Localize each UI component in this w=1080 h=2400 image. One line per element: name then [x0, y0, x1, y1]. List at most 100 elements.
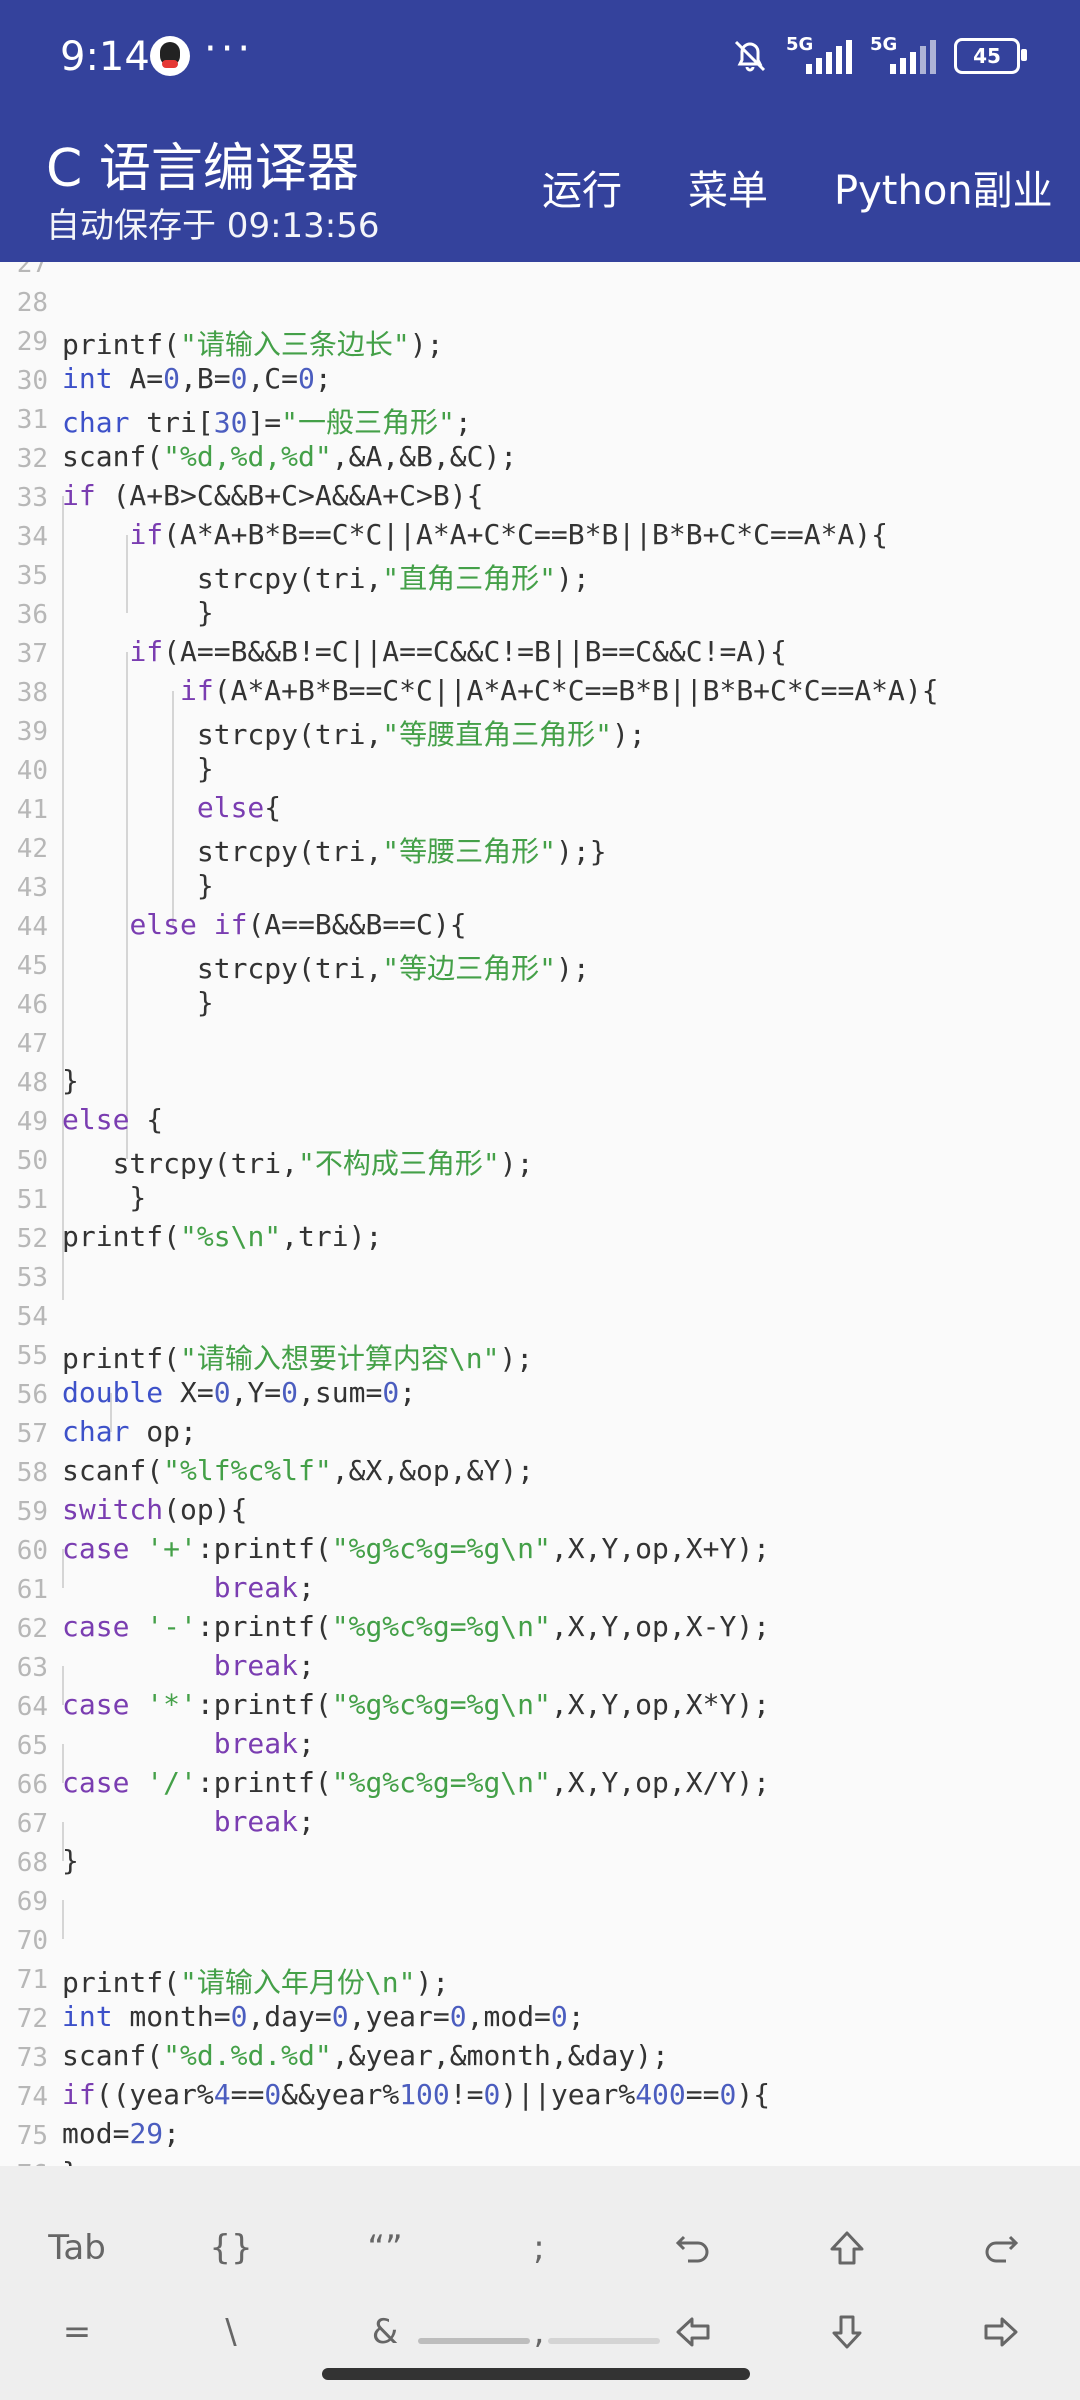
code-text: break; — [213, 1805, 315, 1838]
code-text: } — [62, 869, 214, 902]
code-line[interactable]: 42 strcpy(tri,"等腰三角形");} — [0, 830, 1080, 869]
code-line[interactable]: 44 else if(A==B&&B==C){ — [0, 908, 1080, 947]
symbol-keyboard-bar: Tab {} “” ; = \ & , — [0, 2166, 1080, 2400]
code-line[interactable]: 75 mod=29; — [0, 2117, 1080, 2156]
key-braces-label: {} — [209, 2228, 253, 2268]
code-line[interactable]: 34 if(A*A+B*B==C*C||A*A+C*C==B*B||B*B+C*… — [0, 518, 1080, 557]
code-line[interactable]: 58 scanf("%lf%c%lf",&X,&op,&Y); — [0, 1454, 1080, 1493]
code-line[interactable]: 43 } — [0, 869, 1080, 908]
cursor-down-button[interactable] — [770, 2292, 924, 2372]
code-text: break; — [213, 1571, 315, 1604]
key-equals[interactable]: = — [0, 2292, 154, 2372]
line-number: 54 — [16, 1302, 48, 1332]
code-line[interactable]: 55 printf("请输入想要计算内容\n"); — [0, 1337, 1080, 1376]
cursor-left-button[interactable] — [616, 2292, 770, 2372]
menu-button[interactable]: 菜单 — [688, 158, 768, 216]
code-line[interactable]: 64 case '*':printf("%g%c%g=%g\n",X,Y,op,X… — [0, 1688, 1080, 1727]
code-line[interactable]: 37 if(A==B&&B!=C||A==C&&C!=B||B==C&&C!=A… — [0, 635, 1080, 674]
redo-button[interactable] — [924, 2208, 1078, 2288]
key-ampersand[interactable]: & — [308, 2292, 462, 2372]
key-braces[interactable]: {} — [154, 2208, 308, 2288]
code-line[interactable]: 49 else { — [0, 1103, 1080, 1142]
code-line[interactable]: 48} — [0, 1064, 1080, 1103]
key-tab[interactable]: Tab — [0, 2208, 154, 2288]
code-line[interactable]: 47 — [0, 1025, 1080, 1064]
python-side-job-button[interactable]: Python副业 — [834, 158, 1053, 216]
code-line[interactable]: 52 printf("%s\n",tri); — [0, 1220, 1080, 1259]
code-editor[interactable]: 27 28 29 printf("请输入三条边长"); 30 int A=0,B=0,C=… — [0, 262, 1080, 2166]
code-line[interactable]: 46 } — [0, 986, 1080, 1025]
code-line[interactable]: 60 case '+':printf("%g%c%g=%g\n",X,Y,op,X… — [0, 1532, 1080, 1571]
code-line[interactable]: 76} — [0, 2156, 1080, 2166]
code-line[interactable]: 29 printf("请输入三条边长"); — [0, 323, 1080, 362]
code-line[interactable]: 66 case '/':printf("%g%c%g=%g\n",X,Y,op,X… — [0, 1766, 1080, 1805]
autosave-status: 自动保存于 09:13:56 — [46, 206, 380, 246]
code-line[interactable]: 45 strcpy(tri,"等边三角形"); — [0, 947, 1080, 986]
code-line[interactable]: 73 scanf("%d.%d.%d",&year,&month,&day); — [0, 2039, 1080, 2078]
code-line[interactable]: 65 break; — [0, 1727, 1080, 1766]
line-number: 73 — [16, 2043, 48, 2073]
code-line[interactable]: 31 char tri[30]="一般三角形"; — [0, 401, 1080, 440]
line-number: 65 — [16, 1731, 48, 1761]
code-line[interactable]: 51 } — [0, 1181, 1080, 1220]
line-number: 28 — [16, 288, 48, 318]
signal-icon-2: 5G — [870, 34, 940, 76]
code-line[interactable]: 53 — [0, 1259, 1080, 1298]
line-number: 51 — [16, 1185, 48, 1215]
code-line[interactable]: 35 strcpy(tri,"直角三角形"); — [0, 557, 1080, 596]
code-line[interactable]: 62 case '-':printf("%g%c%g=%g\n",X,Y,op,X… — [0, 1610, 1080, 1649]
code-line[interactable]: 59 switch(op){ — [0, 1493, 1080, 1532]
code-line[interactable]: 70 — [0, 1922, 1080, 1961]
undo-button[interactable] — [616, 2208, 770, 2288]
line-number: 41 — [16, 795, 48, 825]
line-number: 55 — [16, 1341, 48, 1371]
code-line[interactable]: 56 double X=0,Y=0,sum=0; — [0, 1376, 1080, 1415]
code-text: if(A*A+B*B==C*C||A*A+C*C==B*B||B*B+C*C==… — [129, 518, 889, 551]
code-line[interactable]: 68} — [0, 1844, 1080, 1883]
code-line[interactable]: 61 break; — [0, 1571, 1080, 1610]
qq-icon — [150, 36, 190, 76]
code-text: mod=29; — [62, 2117, 181, 2150]
line-number: 59 — [16, 1497, 48, 1527]
code-line[interactable]: 67 break; — [0, 1805, 1080, 1844]
code-line[interactable]: 39 strcpy(tri,"等腰直角三角形"); — [0, 713, 1080, 752]
code-line[interactable]: 50 strcpy(tri,"不构成三角形"); — [0, 1142, 1080, 1181]
cursor-right-button[interactable] — [924, 2292, 1078, 2372]
code-line[interactable]: 28 — [0, 284, 1080, 323]
code-line[interactable]: 36 } — [0, 596, 1080, 635]
code-line[interactable]: 27 — [0, 262, 1080, 284]
code-line[interactable]: 72 int month=0,day=0,year=0,mod=0; — [0, 2000, 1080, 2039]
undo-icon — [675, 2235, 709, 2263]
code-line[interactable]: 33 if (A+B>C&&B+C>A&&A+C>B){ — [0, 479, 1080, 518]
key-semicolon[interactable]: ; — [462, 2208, 616, 2288]
line-number: 63 — [16, 1653, 48, 1683]
key-quotes[interactable]: “” — [308, 2208, 462, 2288]
run-button[interactable]: 运行 — [542, 158, 622, 216]
line-number: 57 — [16, 1419, 48, 1449]
key-comma[interactable]: , — [462, 2292, 616, 2372]
line-number: 29 — [16, 327, 48, 357]
code-line[interactable]: 41 else{ — [0, 791, 1080, 830]
app-title: C 语言编译器 — [46, 139, 359, 199]
line-number: 72 — [16, 2004, 48, 2034]
gesture-home-bar[interactable] — [322, 2368, 750, 2380]
code-line[interactable]: 38 if(A*A+B*B==C*C||A*A+C*C==B*B||B*B+C*… — [0, 674, 1080, 713]
line-number: 40 — [16, 756, 48, 786]
code-line[interactable]: 71 printf("请输入年月份\n"); — [0, 1961, 1080, 2000]
code-line[interactable]: 63 break; — [0, 1649, 1080, 1688]
code-line[interactable]: 69 — [0, 1883, 1080, 1922]
code-line[interactable]: 57 char op; — [0, 1415, 1080, 1454]
more-notifications-icon: ··· — [204, 26, 255, 72]
code-text: } — [62, 2156, 79, 2166]
code-line[interactable]: 40 } — [0, 752, 1080, 791]
code-line[interactable]: 74 if((year%4==0&&year%100!=0)||year%400=… — [0, 2078, 1080, 2117]
redo-icon — [985, 2235, 1019, 2263]
code-line[interactable]: 32 scanf("%d,%d,%d",&A,&B,&C); — [0, 440, 1080, 479]
key-semicolon-label: ; — [533, 2228, 545, 2268]
code-line[interactable]: 30 int A=0,B=0,C=0; — [0, 362, 1080, 401]
shift-button[interactable] — [770, 2208, 924, 2288]
line-number: 74 — [16, 2082, 48, 2112]
code-line[interactable]: 54 — [0, 1298, 1080, 1337]
key-backslash[interactable]: \ — [154, 2292, 308, 2372]
code-text: break; — [213, 1649, 315, 1682]
